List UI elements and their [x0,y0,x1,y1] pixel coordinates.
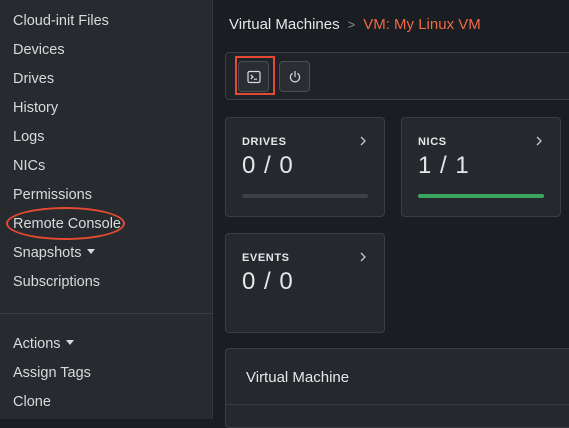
sidebar-item-snapshots[interactable]: Snapshots [13,244,95,262]
sidebar-item-remote-console[interactable]: Remote Console [13,215,121,233]
nics-card-title: NICS [418,136,447,148]
sidebar-item-drives[interactable]: Drives [13,70,54,88]
sidebar-item-permissions[interactable]: Permissions [13,186,92,204]
power-icon [289,70,300,82]
actions-menu-label: Actions [13,336,61,352]
chevron-right-icon [360,136,366,146]
caret-down-icon [86,248,95,254]
breadcrumb-virtual-machines[interactable]: Virtual Machines [229,16,340,33]
nics-card[interactable]: NICS 1 / 1 [401,117,561,217]
chevron-right-icon [536,136,542,146]
sidebar-item-logs[interactable]: Logs [13,128,44,146]
power-button[interactable] [279,61,310,92]
sidebar-item-history[interactable]: History [13,99,58,117]
panel-divider [226,404,569,405]
remote-console-button[interactable] [238,61,269,92]
caret-down-icon [65,339,74,345]
events-card[interactable]: EVENTS 0 / 0 [225,233,385,333]
sidebar-item-cloud-init-files[interactable]: Cloud-init Files [13,12,109,30]
sidebar-divider [0,313,213,314]
drives-progress-bar [242,194,368,198]
breadcrumb-separator: > [347,17,356,32]
sidebar-item-devices[interactable]: Devices [13,41,65,59]
sidebar: Cloud-init Files Devices Drives History … [0,0,213,419]
drives-card-value: 0 / 0 [242,152,294,179]
virtual-machine-panel-title: Virtual Machine [246,369,350,386]
sidebar-item-subscriptions[interactable]: Subscriptions [13,273,100,291]
events-card-title: EVENTS [242,252,290,264]
action-assign-tags[interactable]: Assign Tags [13,364,91,382]
sidebar-item-snapshots-label: Snapshots [13,245,82,261]
virtual-machine-panel: Virtual Machine [225,348,569,428]
nics-card-value: 1 / 1 [418,152,470,179]
actions-menu[interactable]: Actions [13,335,74,353]
chevron-right-icon [360,252,366,262]
main-content: Virtual Machines > VM: My Linux VM DRIVES … [213,0,569,428]
nics-progress-fill [418,194,544,198]
action-clone[interactable]: Clone [13,393,51,411]
drives-card-title: DRIVES [242,136,287,148]
terminal-icon [246,70,261,83]
breadcrumb-current: VM: My Linux VM [363,16,481,33]
nics-progress-bar [418,194,544,198]
breadcrumb: Virtual Machines > VM: My Linux VM [229,16,481,33]
sidebar-item-nics[interactable]: NICs [13,157,45,175]
drives-card[interactable]: DRIVES 0 / 0 [225,117,385,217]
events-card-value: 0 / 0 [242,268,294,295]
toolbar [225,52,569,100]
